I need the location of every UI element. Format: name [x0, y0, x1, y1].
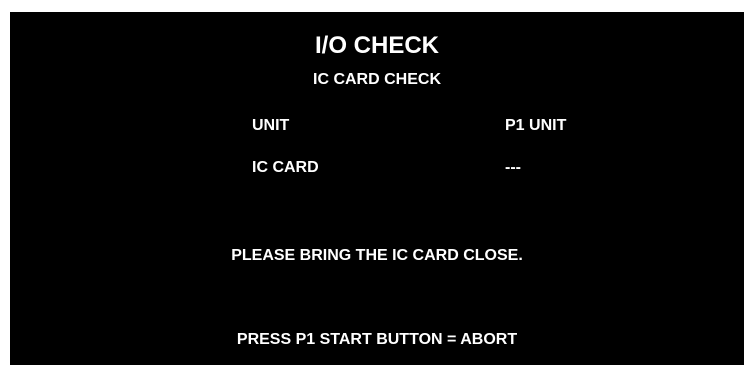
ic-card-status: --- [505, 159, 521, 176]
ic-card-label: IC CARD [252, 159, 319, 176]
abort-hint: PRESS P1 START BUTTON = ABORT [236, 331, 518, 348]
instruction-text: PLEASE BRING THE IC CARD CLOSE. [231, 247, 523, 264]
page-title: I/O CHECK [314, 32, 439, 59]
io-check-screen: I/O CHECK IC CARD CHECK UNIT P1 UNIT IC … [10, 12, 744, 365]
unit-value: P1 UNIT [505, 117, 567, 134]
page-subtitle: IC CARD CHECK [313, 71, 441, 88]
unit-label: UNIT [252, 117, 290, 134]
